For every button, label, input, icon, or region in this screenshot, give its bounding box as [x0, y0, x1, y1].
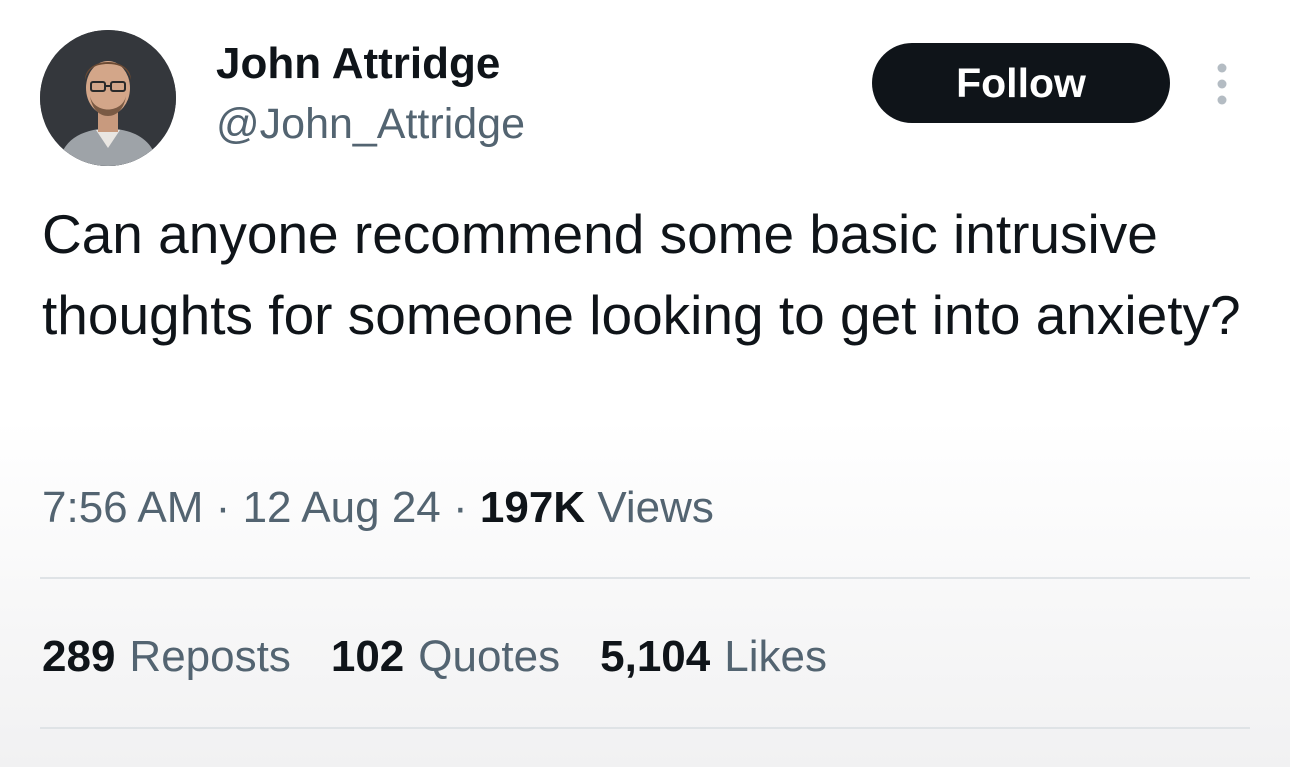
reposts-label: Reposts — [129, 632, 291, 681]
divider — [40, 577, 1250, 579]
tweet-time[interactable]: 7:56 AM — [42, 483, 203, 532]
quotes-stat[interactable]: 102 Quotes — [331, 628, 560, 686]
likes-label: Likes — [724, 632, 827, 681]
quotes-count: 102 — [330, 632, 405, 681]
engagement-stats: 289 Reposts 102 Quotes 5,104 Likes — [42, 628, 867, 686]
reposts-stat[interactable]: 289 Reposts — [42, 628, 291, 686]
author-handle[interactable]: @John_Attridge — [216, 98, 525, 150]
tweet-date[interactable]: 12 Aug 24 — [243, 483, 441, 532]
follow-button[interactable]: Follow — [872, 43, 1170, 123]
quotes-label: Quotes — [418, 632, 561, 681]
reposts-count: 289 — [42, 632, 116, 681]
more-vertical-icon[interactable] — [1210, 60, 1234, 108]
meta-separator: · — [215, 483, 231, 532]
profile-photo — [40, 30, 176, 166]
tweet-text: Can anyone recommend some basic intrusiv… — [42, 203, 1241, 346]
likes-stat[interactable]: 5,104 Likes — [600, 628, 827, 686]
meta-separator: · — [453, 483, 468, 532]
likes-count: 5,104 — [600, 632, 711, 681]
author-display-name[interactable]: John Attridge — [216, 38, 500, 90]
views-label: Views — [597, 483, 714, 532]
tweet-meta: 7:56 AM · 12 Aug 24 · 197K Views — [42, 480, 714, 536]
divider — [40, 727, 1250, 729]
avatar[interactable] — [40, 30, 176, 166]
views-count: 197K — [479, 483, 586, 532]
